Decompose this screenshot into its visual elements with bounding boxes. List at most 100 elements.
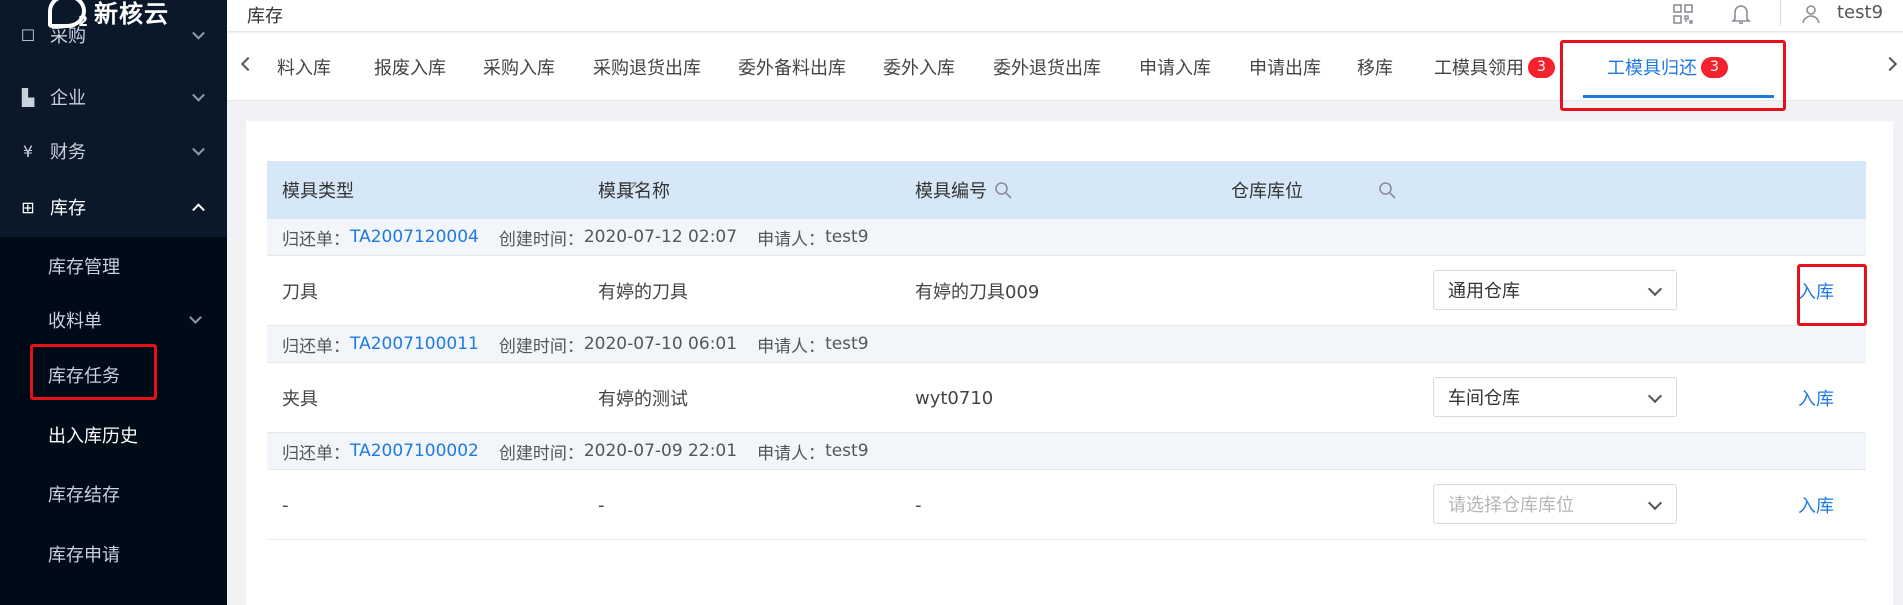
sidebar-item-enterprise[interactable]: ▙ 企业 <box>0 70 227 124</box>
chevron-down-icon <box>192 26 205 40</box>
sidebar-item-finance[interactable]: ¥ 财务 <box>0 124 227 178</box>
sidebar-item-label: 企业 <box>50 88 86 109</box>
cell-type: 刀具 <box>282 282 318 303</box>
tab-label: 移库 <box>1357 58 1393 79</box>
submenu-item-inventory-balance[interactable]: 库存结存 <box>48 476 120 512</box>
order-label: 归还单： <box>282 443 350 464</box>
group-row: 归还单： TA2007120004 创建时间： 2020-07-12 02:07… <box>267 219 1866 256</box>
active-tab-indicator <box>1583 95 1774 98</box>
chevron-down-icon <box>192 142 205 156</box>
order-link[interactable]: TA2007120004 <box>350 227 479 247</box>
chevron-down-icon <box>192 88 205 102</box>
cell-type: - <box>282 494 289 516</box>
enterprise-icon: ▙ <box>21 87 35 107</box>
tab-material-in[interactable]: 料入库 <box>277 33 331 101</box>
tab-tool-borrow[interactable]: 工模具领用 3 <box>1434 33 1555 101</box>
column-header-warehouse: 仓库库位 <box>1231 181 1303 202</box>
submenu-item-io-history[interactable]: 出入库历史 <box>48 417 138 453</box>
qrcode-icon[interactable] <box>1671 2 1695 26</box>
stock-in-button[interactable]: 入库 <box>1798 470 1834 540</box>
tab-request-in[interactable]: 申请入库 <box>1139 33 1211 101</box>
username[interactable]: test9 <box>1837 2 1883 23</box>
sidebar-item-label: 财务 <box>50 142 86 163</box>
tab-outsource-in[interactable]: 委外入库 <box>883 33 955 101</box>
tab-request-out[interactable]: 申请出库 <box>1249 33 1321 101</box>
warehouse-select[interactable]: 通用仓库 <box>1433 270 1677 310</box>
created-time: 2020-07-09 22:01 <box>583 441 738 461</box>
tab-tool-return[interactable]: 工模具归还 3 <box>1607 33 1728 101</box>
select-value: 通用仓库 <box>1448 281 1520 302</box>
tab-purchase-in[interactable]: 采购入库 <box>483 33 555 101</box>
chevron-right-icon[interactable] <box>1882 56 1898 72</box>
cell-code: 有婷的刀具009 <box>915 282 1040 303</box>
inventory-submenu: 库存管理 收料单 库存任务 出入库历史 库存结存 库存申请 <box>0 237 227 605</box>
tab-label: 申请出库 <box>1249 58 1321 79</box>
tab-label: 申请入库 <box>1139 58 1211 79</box>
count-badge: 3 <box>1528 56 1555 78</box>
tab-outsource-return-out[interactable]: 委外退货出库 <box>993 33 1101 101</box>
order-label: 归还单： <box>282 229 350 250</box>
sidebar-item-label: 库存 <box>50 198 86 219</box>
cell-name: 有婷的测试 <box>598 389 688 410</box>
applicant-name: test9 <box>825 441 869 461</box>
applicant-label: 申请人： <box>757 443 826 464</box>
stock-in-button[interactable]: 入库 <box>1798 256 1834 326</box>
order-link[interactable]: TA2007100011 <box>350 334 479 354</box>
chevron-left-icon[interactable] <box>240 56 256 72</box>
search-icon[interactable] <box>1378 181 1396 199</box>
table-row: 夹具 有婷的测试 wyt0710 车间仓库 入库 <box>267 363 1866 433</box>
submenu-item-receiving[interactable]: 收料单 <box>48 302 208 338</box>
brand-name: 新核云 <box>94 0 169 28</box>
submenu-item-inventory-task[interactable]: 库存任务 <box>48 357 120 393</box>
select-value: 车间仓库 <box>1448 388 1520 409</box>
submenu-item-inventory-management[interactable]: 库存管理 <box>48 248 120 284</box>
tab-label: 委外入库 <box>883 58 955 79</box>
tab-label: 采购退货出库 <box>593 58 701 79</box>
bell-icon[interactable] <box>1729 2 1753 26</box>
table-row: - - - 请选择仓库库位 入库 <box>267 470 1866 540</box>
header-divider <box>1780 0 1781 26</box>
applicant-name: test9 <box>825 334 869 354</box>
tab-label: 采购入库 <box>483 58 555 79</box>
cell-name: - <box>598 494 605 516</box>
content-card: 模具类型 模具名称 模具编号 仓库库位 归还单： TA2007120004 创建… <box>246 121 1893 605</box>
top-header: 库存 test9 <box>227 0 1903 32</box>
created-label: 创建时间： <box>498 443 584 464</box>
column-header-type: 模具类型 <box>282 181 354 202</box>
tab-label: 委外备料出库 <box>738 58 846 79</box>
warehouse-select[interactable]: 请选择仓库库位 <box>1433 484 1677 524</box>
count-badge: 3 <box>1701 56 1728 78</box>
brand-logo: 新核云 <box>48 0 169 30</box>
sidebar-item-inventory[interactable]: ⊞ 库存 <box>0 180 227 234</box>
tab-transfer[interactable]: 移库 <box>1357 33 1393 101</box>
warehouse-select[interactable]: 车间仓库 <box>1433 377 1677 417</box>
group-row: 归还单： TA2007100011 创建时间： 2020-07-10 06:01… <box>267 326 1866 363</box>
user-icon[interactable] <box>1799 2 1823 26</box>
submenu-item-label: 收料单 <box>48 311 102 332</box>
tab-label: 委外退货出库 <box>993 58 1101 79</box>
cell-code: - <box>915 494 922 516</box>
search-icon[interactable] <box>994 181 1012 199</box>
cell-code: wyt0710 <box>915 387 994 409</box>
tab-bar: 料入库 报废入库 采购入库 采购退货出库 委外备料出库 委外入库 委外退货出库 … <box>227 33 1903 101</box>
tab-purchase-return-out[interactable]: 采购退货出库 <box>593 33 701 101</box>
created-time: 2020-07-12 02:07 <box>583 227 738 247</box>
chevron-down-icon <box>189 311 202 324</box>
stock-in-button[interactable]: 入库 <box>1798 363 1834 433</box>
tab-outsource-material-out[interactable]: 委外备料出库 <box>738 33 846 101</box>
applicant-name: test9 <box>825 227 869 247</box>
submenu-item-inventory-request[interactable]: 库存申请 <box>48 536 120 572</box>
chevron-down-icon <box>1647 495 1663 511</box>
tab-scrap-in[interactable]: 报废入库 <box>374 33 446 101</box>
order-label: 归还单： <box>282 336 350 357</box>
tab-label: 报废入库 <box>374 58 446 79</box>
tab-label: 料入库 <box>277 58 331 79</box>
cell-type: 夹具 <box>282 389 318 410</box>
tab-label: 工模具归还 <box>1607 58 1697 79</box>
group-row: 归还单： TA2007100002 创建时间： 2020-07-09 22:01… <box>267 433 1866 470</box>
order-link[interactable]: TA2007100002 <box>350 441 479 461</box>
created-label: 创建时间： <box>498 336 584 357</box>
finance-icon: ¥ <box>22 141 34 161</box>
chevron-up-icon <box>192 203 205 217</box>
chevron-down-icon <box>1647 388 1663 404</box>
